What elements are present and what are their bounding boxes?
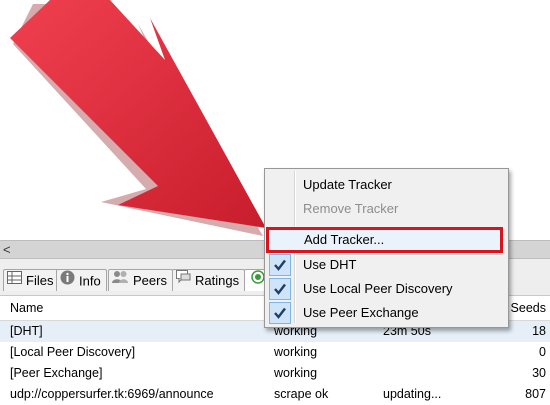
row-seeds: 807 [525,387,546,401]
table-row[interactable]: [Local Peer Discovery] working 0 [0,342,550,363]
menu-item-label: Use Local Peer Discovery [303,281,453,296]
menu-item-use-peer-exchange[interactable]: Use Peer Exchange [267,301,504,325]
trackers-icon [251,270,265,291]
checkmark-icon [269,278,291,300]
table-row[interactable]: [Peer Exchange] working 30 [0,363,550,384]
menu-item-use-local-peer-discovery[interactable]: Use Local Peer Discovery [267,277,504,301]
column-header-seeds[interactable]: Seeds [511,296,546,320]
row-seeds: 0 [539,345,546,359]
row-name: [Peer Exchange] [10,366,103,380]
column-header-name[interactable]: Name [10,296,43,320]
pointer-arrow-icon [10,0,266,236]
tab-files[interactable]: Files [3,269,60,291]
row-name: [DHT] [10,324,43,338]
tab-ratings-label: Ratings [195,273,240,289]
files-icon [7,270,22,291]
menu-item-label: Use Peer Exchange [303,305,419,320]
row-seeds: 30 [532,366,546,380]
tab-peers-label: Peers [133,273,167,289]
row-name: udp://coppersurfer.tk:6969/announce [10,387,214,401]
checkmark-icon [269,302,291,324]
row-status: working [274,345,318,359]
menu-item-update-tracker[interactable]: Update Tracker [267,173,504,197]
tab-files-label: Files [26,273,54,289]
checkmark-icon [269,254,291,276]
tab-ratings[interactable]: Ratings [172,269,246,291]
tab-info-label: Info [79,273,101,289]
menu-item-use-dht[interactable]: Use DHT [267,253,504,277]
menu-item-label: Remove Tracker [303,201,399,216]
row-status: scrape ok [274,387,329,401]
ratings-icon [176,270,191,291]
row-status: working [274,366,318,380]
row-name: [Local Peer Discovery] [10,345,136,359]
scroll-left-arrow-icon[interactable]: < [3,241,11,258]
menu-item-label: Update Tracker [303,177,392,192]
menu-item-remove-tracker[interactable]: Remove Tracker [267,197,504,221]
menu-item-label: Use DHT [303,257,357,272]
tracker-context-menu: Update Tracker Remove Tracker Add Tracke… [264,168,509,328]
row-seeds: 18 [532,324,546,338]
tab-peers[interactable]: Peers [108,269,173,291]
info-icon [60,270,75,292]
menu-item-add-tracker[interactable]: Add Tracker... [266,227,503,253]
tab-info[interactable]: Info [56,269,107,291]
menu-item-label: Add Tracker... [304,232,385,247]
table-row[interactable]: udp://coppersurfer.tk:6969/announce scra… [0,384,550,405]
peers-icon [112,270,129,291]
row-update: updating... [383,387,442,401]
